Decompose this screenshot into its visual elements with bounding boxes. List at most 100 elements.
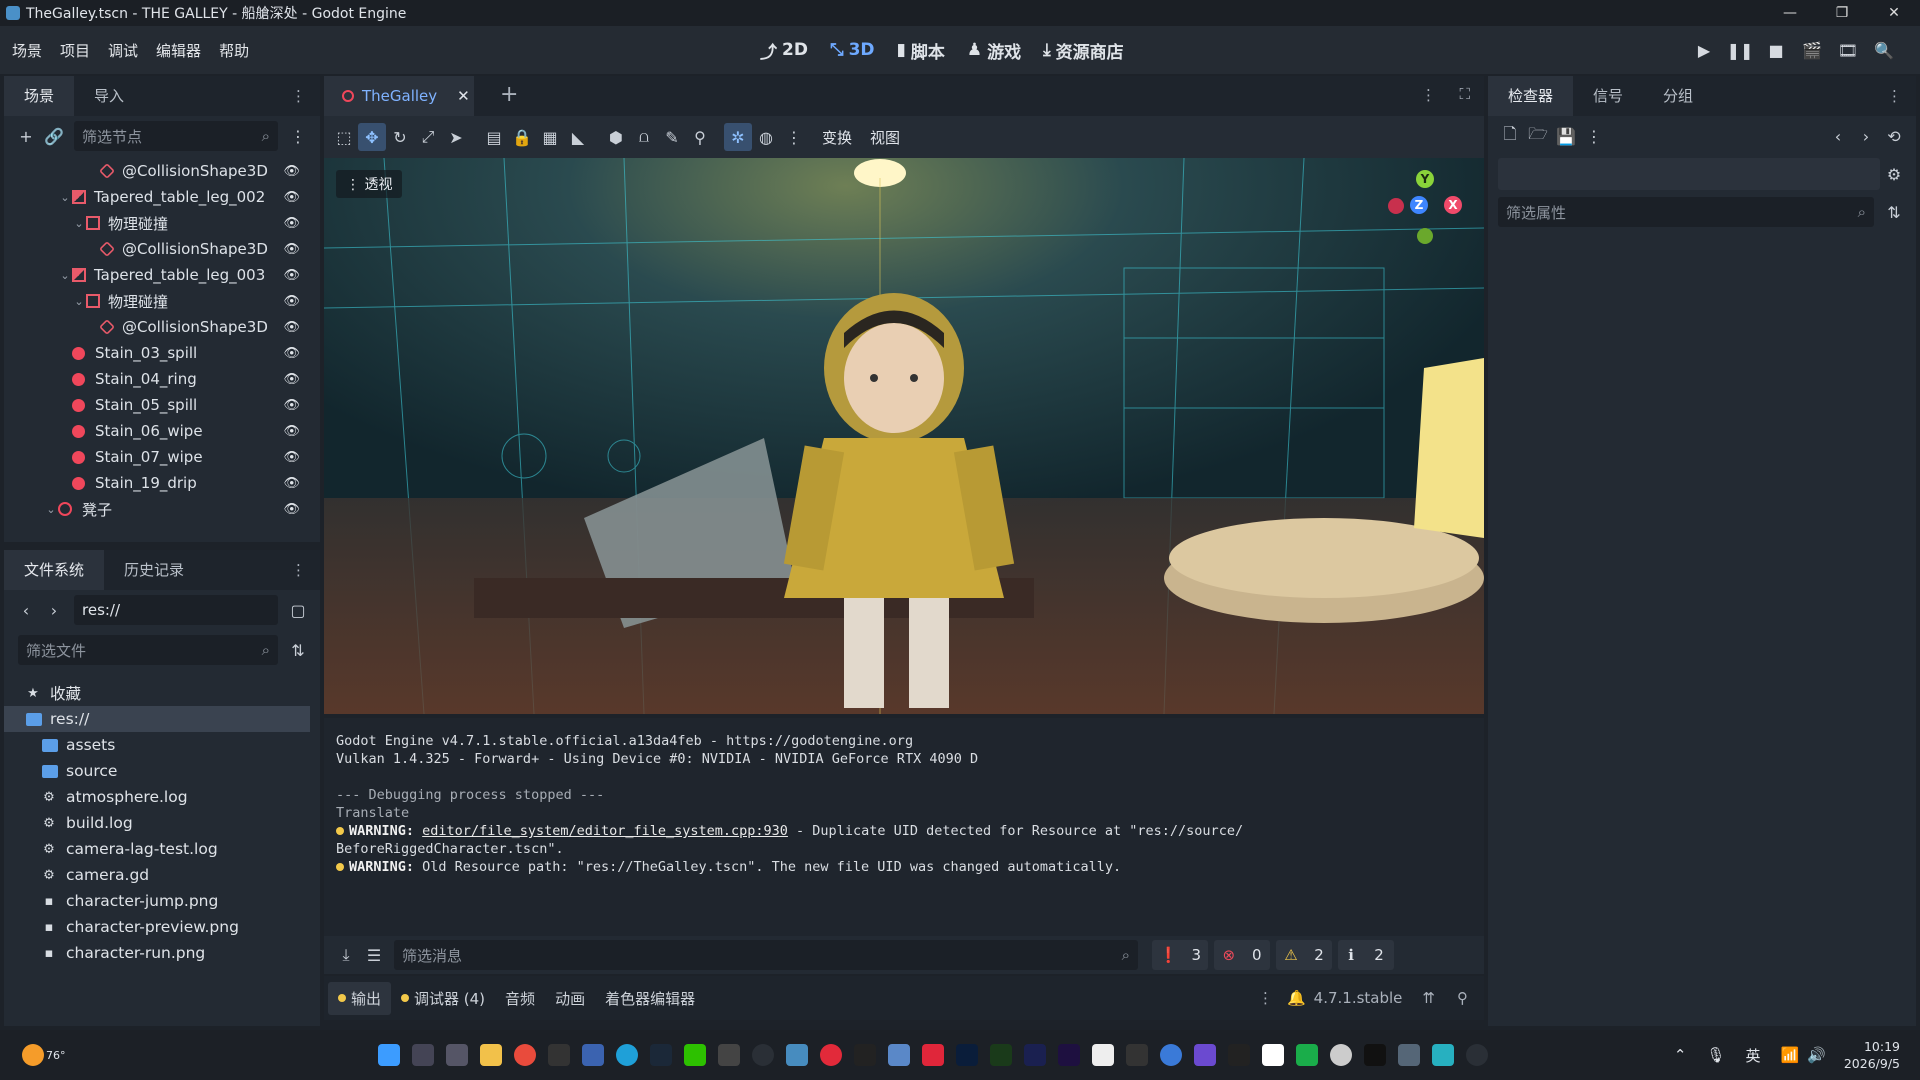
scene-tree-node[interactable]: ⌄ Tapered_table_leg_002 👁 <box>4 184 320 210</box>
object-options-icon[interactable]: ⚙ <box>1880 160 1908 188</box>
tab-audio[interactable]: 音频 <box>495 982 545 1015</box>
group-messages-icon[interactable]: ☰ <box>360 941 388 969</box>
message-filter-input[interactable]: 筛选消息 ⌕ <box>394 940 1138 970</box>
file-item[interactable]: ▪ character-jump.png <box>4 888 320 914</box>
ruler-angle-icon[interactable]: ◣ <box>564 123 592 151</box>
file-explorer-icon[interactable] <box>480 1044 502 1066</box>
expand-arrow-icon[interactable]: ⌄ <box>58 191 72 204</box>
pin-panel-icon[interactable]: ⚲ <box>1457 989 1468 1007</box>
load-resource-icon[interactable]: 🗁 <box>1524 122 1552 150</box>
mode-2d-button[interactable]: ⤴ 2D <box>760 38 808 63</box>
gizmo-y-axis[interactable]: Y <box>1416 170 1434 188</box>
visibility-eye-icon[interactable]: 👁 <box>283 190 300 205</box>
scene-tab-thegalley[interactable]: TheGalley ✕ <box>324 76 474 116</box>
source-link[interactable]: editor/file_system/editor_file_system.cp… <box>422 823 788 839</box>
microphone-icon[interactable]: 🎙 <box>1706 1046 1725 1064</box>
file-item[interactable]: ⚙ atmosphere.log <box>4 784 320 810</box>
environment-preview-icon[interactable]: ◍ <box>752 123 780 151</box>
back-icon[interactable]: ‹ <box>12 596 40 624</box>
stop-icon[interactable]: ■ <box>1758 41 1794 60</box>
scene-tree-node[interactable]: @CollisionShape3D 👁 <box>4 158 320 184</box>
visibility-eye-icon[interactable]: 👁 <box>283 450 300 465</box>
group-icon[interactable]: ▦ <box>536 123 564 151</box>
visibility-eye-icon[interactable]: 👁 <box>283 294 300 309</box>
play-scene-icon[interactable]: 🎬 <box>1794 41 1830 60</box>
wechat-icon[interactable] <box>684 1044 706 1066</box>
add-node-icon[interactable]: + <box>12 122 40 150</box>
pause-icon[interactable]: ❚❚ <box>1722 41 1758 60</box>
mode-assetlib-button[interactable]: ⤓ 资源商店 <box>1043 38 1124 63</box>
scene-tree-node[interactable]: Stain_05_spill 👁 <box>4 392 320 418</box>
scene-tree-node[interactable]: Stain_03_spill 👁 <box>4 340 320 366</box>
save-resource-icon[interactable]: 💾 <box>1552 122 1580 150</box>
menu-debug[interactable]: 调试 <box>108 40 138 61</box>
scene-tree-node[interactable]: ⌄ 物理碰撞 👁 <box>4 288 320 314</box>
pin-icon[interactable]: ⚲ <box>686 123 714 151</box>
visibility-eye-icon[interactable]: 👁 <box>283 398 300 413</box>
bottom-panel-menu-icon[interactable]: ⋮ <box>1244 989 1287 1007</box>
visibility-eye-icon[interactable]: 👁 <box>283 502 300 517</box>
visibility-eye-icon[interactable]: 👁 <box>283 372 300 387</box>
tab-shader-editor[interactable]: 着色器编辑器 <box>595 982 705 1015</box>
info-count-toggle[interactable]: ℹ2 <box>1338 940 1394 970</box>
history-back-icon[interactable]: ‹ <box>1824 122 1852 150</box>
scale-mode-icon[interactable]: ⤢ <box>414 123 442 151</box>
gizmo-neg-y-axis[interactable] <box>1417 228 1433 244</box>
premiere-icon[interactable] <box>1058 1044 1080 1066</box>
ruler-icon[interactable]: ▤ <box>480 123 508 151</box>
resource-options-icon[interactable]: ⋮ <box>1580 122 1608 150</box>
forward-icon[interactable]: › <box>40 596 68 624</box>
steam-icon[interactable] <box>650 1044 672 1066</box>
ime-indicator[interactable]: 英 <box>1745 1045 1760 1066</box>
close-tab-icon[interactable]: ✕ <box>457 87 470 105</box>
visibility-eye-icon[interactable]: 👁 <box>283 320 300 335</box>
minimize-button[interactable]: — <box>1764 0 1816 26</box>
menu-scene[interactable]: 场景 <box>12 40 42 61</box>
list-select-icon[interactable]: ➤ <box>442 123 470 151</box>
chrome-icon[interactable] <box>514 1044 536 1066</box>
history-forward-icon[interactable]: › <box>1852 122 1880 150</box>
godot-icon[interactable] <box>786 1044 808 1066</box>
scene-tree-options-icon[interactable]: ⋮ <box>284 122 312 150</box>
tab-scene[interactable]: 场景 <box>4 76 75 116</box>
visibility-eye-icon[interactable]: 👁 <box>283 424 300 439</box>
gizmo-z-axis[interactable]: Z <box>1410 196 1428 214</box>
start-menu-icon[interactable] <box>378 1044 400 1066</box>
volume-icon[interactable]: 🔊 <box>1807 1046 1826 1064</box>
tray-overflow-icon[interactable]: ⌃ <box>1674 1046 1687 1064</box>
app-icon[interactable] <box>1296 1044 1318 1066</box>
app-icon[interactable] <box>922 1044 944 1066</box>
scene-tree-node[interactable]: ⌄ 物理碰撞 👁 <box>4 210 320 236</box>
node-filter-input[interactable]: 筛选节点 ⌕ <box>74 121 278 151</box>
sort-icon[interactable]: ⇅ <box>284 636 312 664</box>
visibility-eye-icon[interactable]: 👁 <box>283 242 300 257</box>
view-menu[interactable]: 视图 <box>870 127 900 148</box>
file-item[interactable]: ▪ character-preview.png <box>4 914 320 940</box>
file-item[interactable]: source <box>4 758 320 784</box>
clear-output-icon[interactable]: ⤓ <box>332 941 360 969</box>
weather-widget[interactable]: 76° <box>22 1044 66 1066</box>
rotate-mode-icon[interactable]: ↻ <box>386 123 414 151</box>
inspector-menu-icon[interactable]: ⋮ <box>1887 87 1916 105</box>
visibility-eye-icon[interactable]: 👁 <box>283 164 300 179</box>
mode-3d-button[interactable]: ⤡ 3D <box>830 40 875 60</box>
select-mode-icon[interactable]: ⬚ <box>330 123 358 151</box>
file-item[interactable]: ★ 收藏 <box>4 680 320 706</box>
error-count-toggle[interactable]: ⊗ 0 <box>1214 940 1270 970</box>
new-resource-icon[interactable]: 🗋 <box>1496 122 1524 150</box>
clock[interactable]: 10:19 2026/9/5 <box>1844 1038 1900 1072</box>
app-icon[interactable] <box>854 1044 876 1066</box>
file-filter-input[interactable]: 筛选文件 ⌕ <box>18 635 278 665</box>
scene-tree-node[interactable]: ⌄ Tapered_table_leg_003 👁 <box>4 262 320 288</box>
close-window-button[interactable]: ✕ <box>1868 0 1920 26</box>
file-item[interactable]: res:// <box>4 706 310 732</box>
figma-icon[interactable] <box>1126 1044 1148 1066</box>
3d-viewport[interactable]: ⋮ 透视 Y Z X <box>324 158 1484 714</box>
object-path-field[interactable] <box>1498 158 1880 190</box>
app-icon[interactable] <box>1330 1044 1352 1066</box>
play-icon[interactable]: ▶ <box>1686 41 1722 60</box>
scene-tree-node[interactable]: @CollisionShape3D 👁 <box>4 314 320 340</box>
tab-history[interactable]: 历史记录 <box>104 550 204 590</box>
notion-icon[interactable] <box>1092 1044 1114 1066</box>
local-space-icon[interactable]: ⬢ <box>602 123 630 151</box>
